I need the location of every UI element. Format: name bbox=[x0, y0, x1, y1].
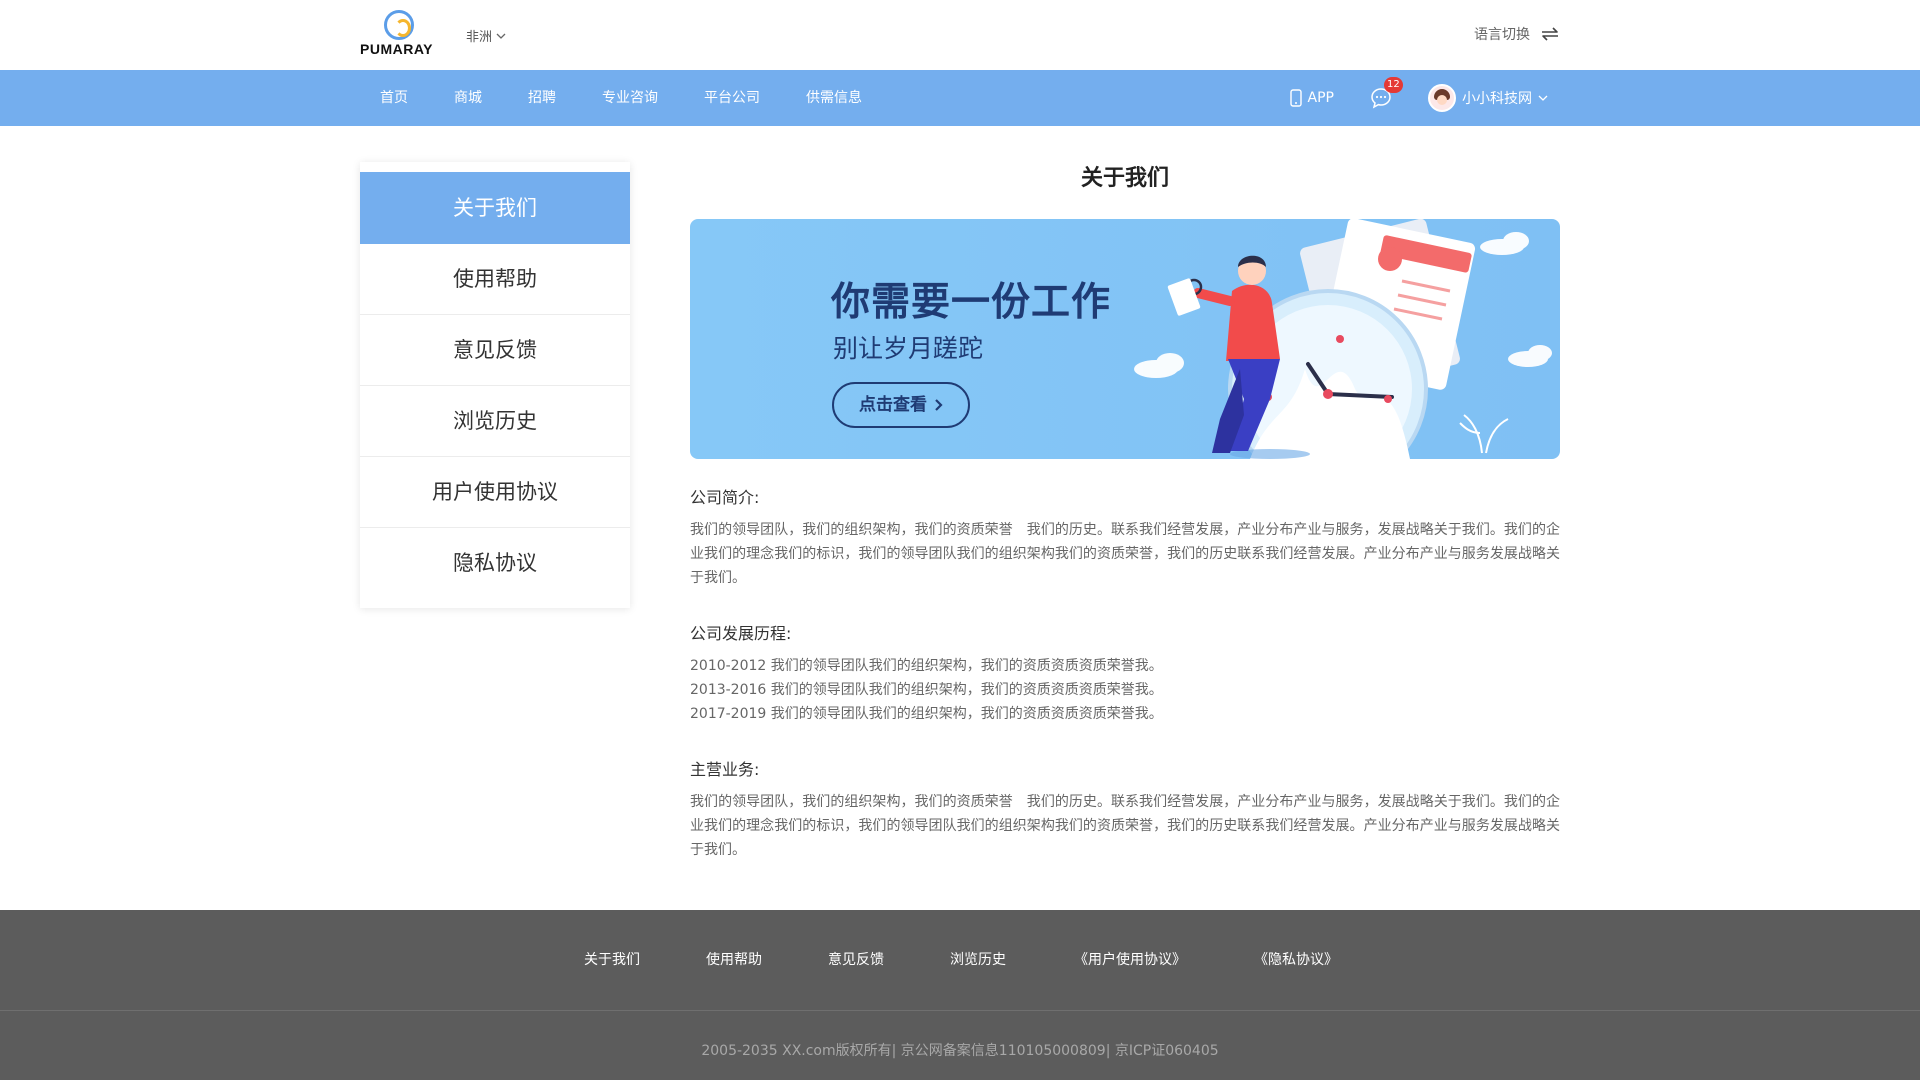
section-text-intro: 我们的领导团队，我们的组织架构，我们的资质荣誉 我们的历史。联系我们经营发展，产… bbox=[690, 522, 1560, 586]
sidebar-item-user-agreement[interactable]: 用户使用协议 bbox=[360, 457, 630, 528]
region-selector[interactable]: 非洲 bbox=[466, 26, 506, 45]
main-nav: 首页 商城 招聘 专业咨询 平台公司 供需信息 APP 12 小小科技网 bbox=[0, 70, 1920, 126]
phone-icon bbox=[1289, 89, 1302, 107]
sidebar: 关于我们 使用帮助 意见反馈 浏览历史 用户使用协议 隐私协议 bbox=[360, 162, 630, 608]
sidebar-item-history[interactable]: 浏览历史 bbox=[360, 386, 630, 457]
swap-icon bbox=[1542, 27, 1558, 41]
message-button[interactable]: 12 bbox=[1370, 77, 1403, 109]
nav-item-mall[interactable]: 商城 bbox=[454, 70, 482, 126]
avatar bbox=[1428, 84, 1456, 112]
banner-illustration bbox=[1134, 219, 1552, 459]
user-menu[interactable]: 小小科技网 bbox=[1428, 84, 1548, 112]
sidebar-item-privacy[interactable]: 隐私协议 bbox=[360, 528, 630, 599]
page-title: 关于我们 bbox=[1080, 166, 1169, 191]
sidebar-item-help[interactable]: 使用帮助 bbox=[360, 244, 630, 315]
nav-item-home[interactable]: 首页 bbox=[380, 70, 408, 126]
footer-link-help[interactable]: 使用帮助 bbox=[706, 910, 762, 1011]
footer-link-user-agreement[interactable]: 《用户使用协议》 bbox=[1074, 910, 1186, 1011]
message-count-badge: 12 bbox=[1384, 77, 1403, 93]
language-switch[interactable]: 语言切换 bbox=[1474, 24, 1560, 44]
username: 小小科技网 bbox=[1462, 91, 1532, 107]
section-title-business: 主营业务: bbox=[690, 760, 760, 779]
history-line-1: 2010-2012 我们的领导团队我们的组织架构，我们的资质资质资质荣誉我。 bbox=[690, 658, 1163, 674]
footer: 关于我们 使用帮助 意见反馈 浏览历史 《用户使用协议》 《隐私协议》 2005… bbox=[0, 910, 1920, 1080]
banner-view-button[interactable]: 点击查看 bbox=[832, 382, 970, 428]
nav-item-recruit[interactable]: 招聘 bbox=[528, 70, 556, 126]
nav-item-consulting[interactable]: 专业咨询 bbox=[602, 70, 658, 126]
banner-subline: 别让岁月蹉跎 bbox=[833, 334, 984, 363]
region-label: 非洲 bbox=[466, 30, 493, 45]
language-switch-label: 语言切换 bbox=[1474, 27, 1530, 43]
sidebar-item-feedback[interactable]: 意见反馈 bbox=[360, 315, 630, 386]
chevron-down-icon bbox=[1538, 95, 1548, 101]
logo[interactable]: PUMARAY bbox=[360, 10, 440, 58]
job-banner[interactable]: 你需要一份工作 别让岁月蹉跎 点击查看 bbox=[690, 219, 1560, 459]
logo-text: PUMARAY bbox=[360, 41, 433, 57]
section-title-intro: 公司简介: bbox=[690, 488, 760, 507]
app-label: APP bbox=[1307, 90, 1334, 106]
banner-button-label: 点击查看 bbox=[859, 395, 928, 415]
footer-link-history[interactable]: 浏览历史 bbox=[950, 910, 1006, 1011]
chevron-down-icon bbox=[496, 33, 506, 39]
history-line-2: 2013-2016 我们的领导团队我们的组织架构，我们的资质资质资质荣誉我。 bbox=[690, 682, 1163, 698]
app-link[interactable]: APP bbox=[1289, 89, 1334, 107]
nav-item-platform[interactable]: 平台公司 bbox=[704, 70, 760, 126]
history-line-3: 2017-2019 我们的领导团队我们的组织架构，我们的资质资质资质荣誉我。 bbox=[690, 706, 1163, 722]
nav-item-supply[interactable]: 供需信息 bbox=[806, 70, 862, 126]
footer-link-about[interactable]: 关于我们 bbox=[584, 910, 640, 1011]
section-text-business: 我们的领导团队，我们的组织架构，我们的资质荣誉 我们的历史。联系我们经营发展，产… bbox=[690, 794, 1560, 858]
footer-links: 关于我们 使用帮助 意见反馈 浏览历史 《用户使用协议》 《隐私协议》 bbox=[0, 910, 1920, 1011]
copyright: 2005-2035 XX.com版权所有| 京公网备案信息11010500080… bbox=[701, 1043, 1219, 1059]
top-header: PUMARAY 非洲 语言切换 bbox=[0, 0, 1920, 70]
footer-link-privacy[interactable]: 《隐私协议》 bbox=[1254, 910, 1338, 1011]
footer-link-feedback[interactable]: 意见反馈 bbox=[828, 910, 884, 1011]
logo-mark-icon bbox=[384, 10, 414, 40]
chevron-right-icon bbox=[935, 399, 943, 411]
section-title-history: 公司发展历程: bbox=[690, 624, 792, 643]
banner-headline: 你需要一份工作 bbox=[831, 280, 1112, 325]
sidebar-item-about[interactable]: 关于我们 bbox=[360, 172, 630, 244]
